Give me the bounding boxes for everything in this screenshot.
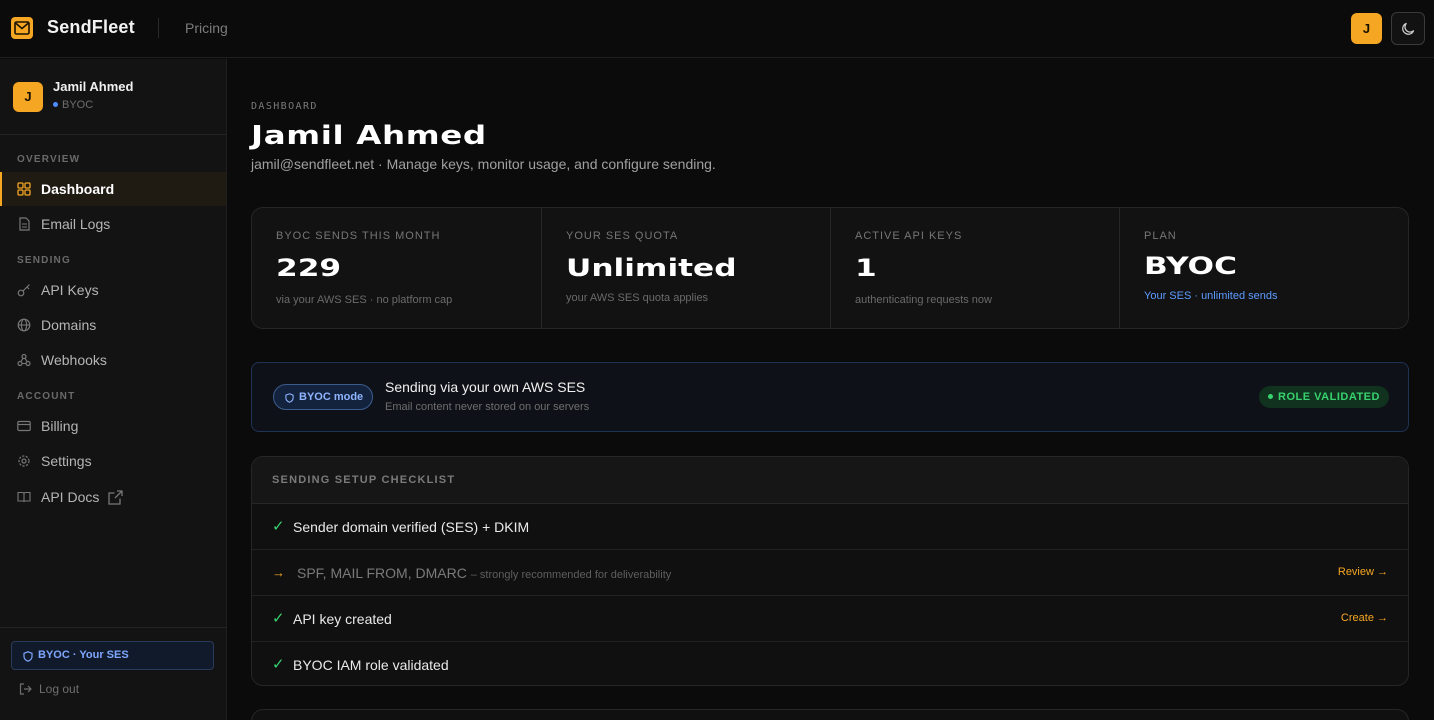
checklist-title: SENDING SETUP CHECKLIST	[272, 474, 456, 486]
byoc-title: Sending via your own AWS SES	[385, 379, 586, 395]
stat-note[interactable]: Your SES · unlimited sends	[1144, 290, 1278, 302]
stat-value: Unlimited	[566, 254, 737, 282]
check-icon: ✓	[272, 656, 285, 673]
check-icon: ✓	[272, 518, 285, 535]
stat-label: BYOC SENDS THIS MONTH	[276, 230, 441, 242]
stats-panel: BYOC SENDS THIS MONTH 229 via your AWS S…	[251, 207, 1409, 329]
checklist-item-text: SPF, MAIL FROM, DMARC – strongly recomme…	[297, 565, 671, 581]
stat-plan: PLAN BYOC Your SES · unlimited sends	[1119, 208, 1408, 328]
user-plan-label: BYOC	[62, 99, 94, 111]
card-icon	[17, 420, 31, 432]
sidebar-item-label: API Docs	[41, 489, 100, 505]
checklist-item-label: SPF, MAIL FROM, DMARC	[297, 565, 467, 581]
sidebar-item-api-keys[interactable]: API Keys	[0, 273, 226, 307]
logout-label: Log out	[39, 682, 80, 696]
shield-icon	[23, 651, 33, 662]
pricing-link[interactable]: Pricing	[185, 20, 228, 36]
page-kicker: DASHBOARD	[251, 101, 318, 112]
user-name: Jamil Ahmed	[53, 79, 134, 94]
checklist-item-text: API key created	[293, 611, 392, 627]
sidebar-footer: BYOC · Your SES Log out	[0, 627, 226, 720]
plan-dot-icon	[53, 101, 58, 107]
section-overview: OVERVIEW	[17, 154, 81, 165]
external-link-icon	[108, 490, 123, 505]
checklist-item: ✓ Sender domain verified (SES) + DKIM	[252, 504, 1408, 550]
sidebar-item-label: Domains	[41, 317, 97, 333]
webhook-icon	[17, 353, 31, 367]
stat-note: authenticating requests now	[855, 294, 992, 306]
setup-checklist: SENDING SETUP CHECKLIST ✓ Sender domain …	[251, 456, 1409, 686]
sidebar-item-label: Dashboard	[41, 181, 115, 197]
sidebar: J Jamil Ahmed BYOC OVERVIEW Dashboard Em…	[0, 59, 227, 720]
brand-name[interactable]: SendFleet	[47, 17, 135, 38]
sidebar-item-domains[interactable]: Domains	[0, 308, 226, 342]
sidebar-item-label: Webhooks	[41, 352, 107, 368]
stat-value: 1	[855, 254, 877, 282]
stat-ses-quota: YOUR SES QUOTA Unlimited your AWS SES qu…	[541, 208, 830, 328]
sidebar-item-billing[interactable]: Billing	[0, 409, 226, 443]
stat-value: 229	[276, 254, 342, 282]
page-title: Jamil Ahmed	[251, 121, 487, 151]
file-icon	[19, 217, 30, 231]
sidebar-item-webhooks[interactable]: Webhooks	[0, 343, 226, 377]
checklist-item-hint: – strongly recommended for deliverabilit…	[470, 569, 672, 581]
shield-icon	[285, 393, 294, 403]
key-icon	[17, 284, 30, 297]
stat-note: via your AWS SES · no platform cap	[276, 294, 453, 306]
byoc-mode-label: BYOC mode	[299, 391, 364, 403]
checklist-item-text: BYOC IAM role validated	[293, 657, 449, 673]
next-card	[251, 709, 1409, 720]
arrow-right-icon: →	[272, 565, 285, 580]
sidebar-item-label: API Keys	[41, 282, 99, 298]
avatar: J	[13, 82, 43, 112]
sidebar-item-dashboard[interactable]: Dashboard	[0, 172, 226, 206]
byoc-mode-card: BYOC mode Sending via your own AWS SES E…	[251, 362, 1409, 432]
stat-active-keys: ACTIVE API KEYS 1 authenticating request…	[830, 208, 1119, 328]
divider	[158, 18, 159, 38]
moon-icon	[1402, 22, 1415, 35]
top-bar: SendFleet Pricing J	[0, 0, 1434, 58]
byoc-mode-badge: BYOC mode	[273, 384, 373, 410]
stat-label: ACTIVE API KEYS	[855, 230, 963, 242]
main-content: DASHBOARD Jamil Ahmed jamil@sendfleet.ne…	[228, 59, 1434, 720]
byoc-status-pill[interactable]: BYOC · Your SES	[11, 641, 214, 670]
grid-icon	[17, 182, 31, 196]
checklist-header: SENDING SETUP CHECKLIST	[252, 457, 1408, 504]
mail-logo-icon[interactable]	[11, 17, 33, 39]
stat-label: PLAN	[1144, 230, 1177, 242]
checklist-item: ✓ API key created Create →	[252, 596, 1408, 642]
section-account: ACCOUNT	[17, 391, 76, 402]
theme-toggle-button[interactable]	[1391, 12, 1425, 45]
role-status-badge: ROLE VALIDATED	[1259, 386, 1389, 408]
status-dot-icon	[1268, 393, 1274, 399]
globe-icon	[17, 318, 31, 332]
book-icon	[17, 491, 31, 503]
check-icon: ✓	[272, 610, 285, 627]
sidebar-item-label: Settings	[41, 453, 92, 469]
checklist-item: ✓ BYOC IAM role validated	[252, 642, 1408, 685]
stat-byoc-sends: BYOC SENDS THIS MONTH 229 via your AWS S…	[252, 208, 541, 328]
logout-icon	[19, 683, 32, 695]
section-sending: SENDING	[17, 255, 71, 266]
byoc-pill-label: BYOC · Your SES	[38, 649, 129, 661]
page-subtitle: jamil@sendfleet.net · Manage keys, monit…	[251, 156, 716, 172]
checklist-item: → SPF, MAIL FROM, DMARC – strongly recom…	[252, 550, 1408, 596]
user-avatar-button[interactable]: J	[1351, 13, 1382, 44]
byoc-subtitle: Email content never stored on our server…	[385, 401, 590, 413]
sidebar-item-settings[interactable]: Settings	[0, 444, 226, 478]
role-status-label: ROLE VALIDATED	[1278, 391, 1380, 403]
sidebar-item-label: Billing	[41, 418, 79, 434]
stat-value: BYOC	[1144, 252, 1237, 280]
create-link[interactable]: Create →	[1341, 612, 1388, 624]
sidebar-item-label: Email Logs	[41, 216, 111, 232]
user-profile: J Jamil Ahmed BYOC	[0, 59, 226, 135]
user-plan: BYOC	[53, 99, 93, 111]
sidebar-item-api-docs[interactable]: API Docs	[0, 480, 226, 514]
review-link[interactable]: Review →	[1338, 566, 1388, 578]
stat-note: your AWS SES quota applies	[566, 292, 709, 304]
checklist-item-text: Sender domain verified (SES) + DKIM	[293, 519, 530, 535]
sidebar-item-email-logs[interactable]: Email Logs	[0, 207, 226, 241]
gear-icon	[18, 455, 30, 467]
stat-label: YOUR SES QUOTA	[566, 230, 679, 242]
